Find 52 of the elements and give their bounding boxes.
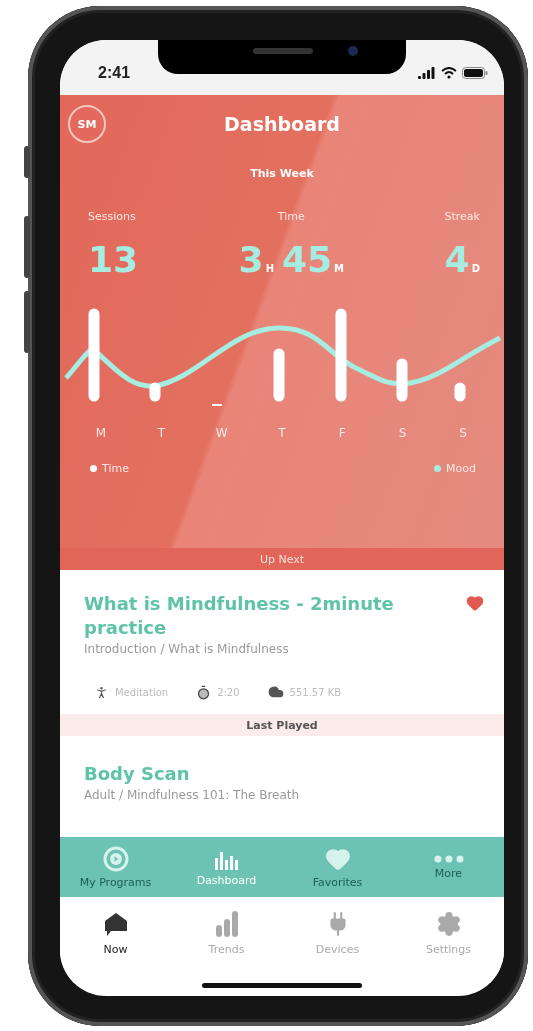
avatar-initials[interactable]: SM bbox=[68, 105, 106, 143]
stat-unit: H bbox=[265, 263, 274, 274]
day-label: W bbox=[214, 426, 229, 440]
home-bubble-icon bbox=[102, 911, 129, 937]
play-circle-icon bbox=[102, 845, 129, 872]
legend-label: Mood bbox=[446, 462, 476, 475]
day-label: S bbox=[458, 426, 468, 440]
meta-text: 2:20 bbox=[217, 686, 240, 698]
nav-item[interactable]: Dashboard bbox=[171, 837, 282, 897]
meditation-figure-icon bbox=[94, 684, 109, 700]
day-label: M bbox=[94, 426, 108, 440]
program-title[interactable]: Body Scan bbox=[84, 762, 486, 786]
stat-value: 45 bbox=[282, 239, 333, 280]
stat-value: 4 bbox=[444, 239, 470, 280]
program-title[interactable]: What is Mindfulness - 2minute practice bbox=[84, 592, 486, 640]
meta-text: Meditation bbox=[115, 686, 169, 698]
stat-label: Sessions bbox=[88, 210, 136, 223]
stat-value: 3 bbox=[238, 239, 264, 280]
screen-title: Dashboard bbox=[223, 113, 341, 135]
tab-item[interactable]: Trends bbox=[171, 911, 282, 956]
tab-item[interactable]: Devices bbox=[282, 911, 393, 956]
heart-icon[interactable] bbox=[466, 594, 484, 612]
stat-unit: M bbox=[334, 263, 345, 274]
day-label: F bbox=[337, 426, 347, 440]
meta-text: 551.57 KB bbox=[289, 686, 342, 698]
section-heading: Last Played bbox=[60, 714, 504, 736]
nav-item[interactable]: My Programs bbox=[60, 837, 171, 897]
status-time: 2:41 bbox=[98, 63, 131, 82]
cloud-icon bbox=[267, 684, 284, 700]
signal-icon bbox=[418, 66, 436, 79]
stat-label: Time bbox=[277, 210, 305, 223]
legend-label: Time bbox=[102, 462, 129, 475]
period-label: This Week bbox=[249, 167, 315, 180]
stat-label: Streak bbox=[444, 210, 480, 223]
more-icon bbox=[433, 854, 464, 863]
program-path: Introduction / What is Mindfulness bbox=[84, 642, 290, 656]
day-label: S bbox=[397, 426, 408, 440]
day-label: T bbox=[156, 426, 166, 440]
wifi-icon bbox=[441, 66, 457, 79]
section-heading: Up Next bbox=[60, 548, 504, 570]
day-label: T bbox=[277, 426, 287, 440]
nav-item[interactable]: Favorites bbox=[282, 837, 393, 897]
tab-item[interactable]: Now bbox=[60, 911, 171, 956]
stat-value: 13 bbox=[88, 239, 139, 280]
nav-item[interactable]: More bbox=[393, 837, 504, 897]
stat-unit: D bbox=[471, 263, 480, 274]
timer-icon bbox=[196, 684, 212, 700]
program-path: Adult / Mindfulness 101: The Breath bbox=[84, 788, 301, 802]
gear-icon bbox=[435, 911, 462, 937]
tab-item[interactable]: Settings bbox=[393, 911, 504, 956]
battery-icon bbox=[462, 66, 488, 79]
bar-chart-icon bbox=[214, 911, 239, 937]
